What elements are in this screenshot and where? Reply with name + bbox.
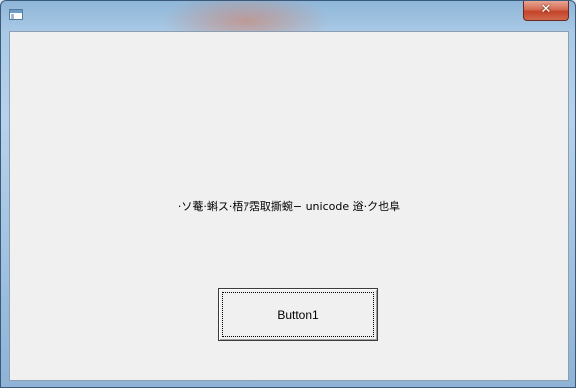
title-bar[interactable]: ✕	[1, 1, 575, 31]
unicode-text-label: ·ソ菴·蝌ス·梧ｱ霑取撕蜿− unicode 逧·ク也阜	[177, 200, 401, 213]
client-area: ·ソ菴·蝌ス·梧ｱ霑取撕蜿− unicode 逧·ク也阜 Button1	[9, 31, 569, 381]
application-window-icon[interactable]	[9, 9, 23, 20]
button1-focus-rect: Button1	[222, 292, 374, 337]
button1[interactable]: Button1	[218, 288, 378, 341]
button1-label: Button1	[277, 307, 319, 322]
close-icon: ✕	[540, 2, 552, 17]
close-button[interactable]: ✕	[523, 1, 569, 21]
application-window: ✕ ·ソ菴·蝌ス·梧ｱ霑取撕蜿− unicode 逧·ク也阜 Button1	[0, 0, 576, 388]
